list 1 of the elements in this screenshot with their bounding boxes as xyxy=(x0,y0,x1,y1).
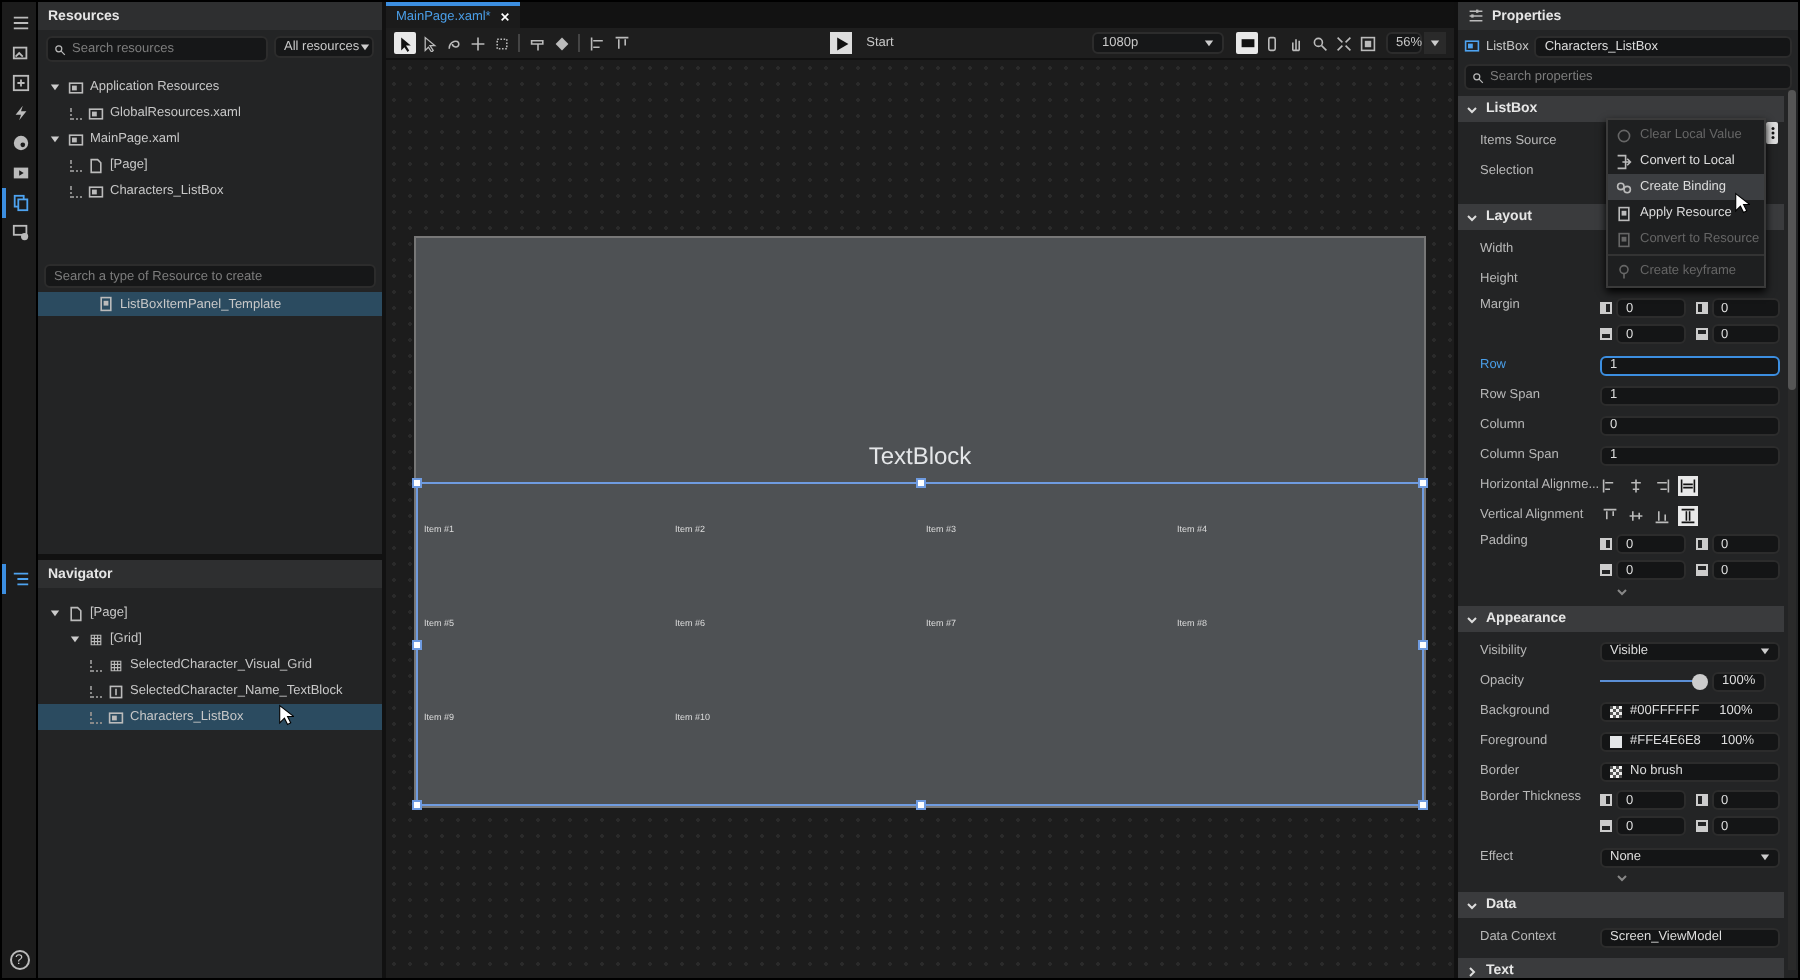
canvas-text: TextBlock xyxy=(868,441,972,469)
